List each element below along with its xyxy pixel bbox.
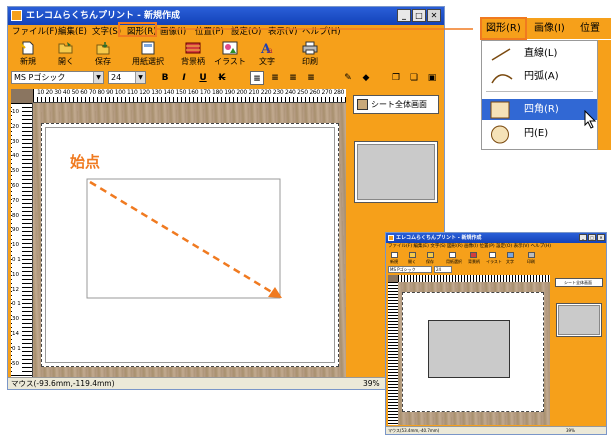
result-close-button: ✕: [597, 234, 605, 241]
result-tool-paper: 用紙選択: [446, 259, 462, 264]
result-minimize-button: _: [579, 234, 587, 241]
result-paper: [402, 292, 544, 412]
callout-connector: [157, 25, 483, 33]
popup-right-strip: [598, 40, 611, 150]
annotation-overlay: [86, 178, 282, 299]
result-tool-bg: 背景柄: [468, 259, 480, 264]
start-point-label: 始点: [70, 153, 101, 171]
result-font-select: MS Pゴシック: [388, 266, 432, 273]
popup-header-highlight: [480, 17, 527, 40]
result-status-bar: マウス(53.4mm,-40.7mm) 39%: [386, 426, 606, 434]
result-maximize-button: □: [588, 234, 596, 241]
result-canvas: [388, 275, 550, 425]
result-side-panel: シート全体画面: [552, 275, 606, 425]
result-tool-text: 文字: [506, 259, 514, 264]
menu-item-rectangle[interactable]: 四角(R): [482, 99, 597, 120]
result-menu-bar: ファイル(F) 編集(E) 文字(S) 図形(R) 画像(I) 位置(P) 設定…: [388, 244, 552, 249]
result-window: エレコムらくちんプリント - 新規作成 _ □ ✕ ファイル(F) 編集(E) …: [385, 232, 607, 435]
menu-item-circle[interactable]: 円(E): [482, 123, 597, 144]
result-title-bar: エレコムらくちんプリント - 新規作成 _ □ ✕: [386, 233, 606, 243]
popup-menu-position[interactable]: 位置: [580, 18, 600, 39]
cursor-arrow-icon: [584, 110, 597, 129]
result-preview: [556, 303, 602, 337]
result-rectangle: [428, 320, 510, 378]
popup-bottom-strip: [480, 150, 611, 157]
result-tool-illust: イラスト: [486, 259, 502, 264]
result-toolbar: 新規 開く 保存 用紙選択 背景柄 イラスト 文字 印刷: [386, 251, 606, 266]
result-size-select: 24: [434, 266, 452, 273]
menu-item-line[interactable]: 直線(L): [482, 43, 597, 64]
circle-icon: [491, 125, 509, 144]
rectangle-icon: [490, 101, 510, 119]
arc-icon: [491, 74, 513, 84]
result-tool-save: 保存: [426, 259, 434, 264]
result-tool-new: 新規: [390, 259, 398, 264]
drag-arrow-line: [89, 180, 276, 296]
popup-left-strip: [473, 17, 480, 157]
result-app-icon: [388, 235, 394, 241]
shape-dropdown-menu: 直線(L) 円弧(A) 四角(R) 円(E): [481, 40, 598, 150]
line-icon: [491, 48, 511, 61]
menu-highlight-box: [118, 22, 157, 37]
result-tool-print: 印刷: [527, 259, 535, 264]
popup-menu-image[interactable]: 画像(I): [534, 18, 565, 39]
result-tool-open: 開く: [408, 259, 416, 264]
result-sheet-button: シート全体画面: [555, 278, 603, 287]
menu-item-arc[interactable]: 円弧(A): [482, 66, 597, 87]
